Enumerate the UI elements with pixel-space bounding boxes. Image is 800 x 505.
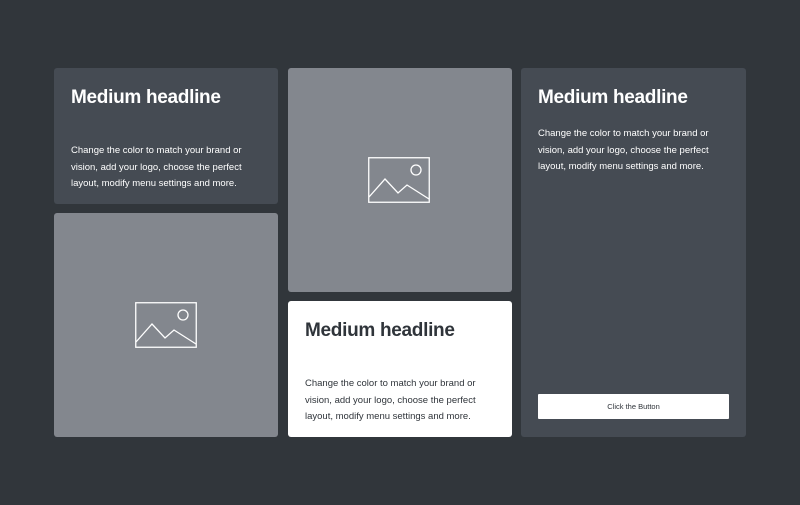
- text-card-bottom-middle: Medium headline Change the color to matc…: [288, 301, 512, 437]
- card-headline: Medium headline: [538, 87, 688, 108]
- text-card-top-left: Medium headline Change the color to matc…: [54, 68, 278, 204]
- image-placeholder-icon: [368, 157, 430, 203]
- text-card-right: Medium headline Change the color to matc…: [521, 68, 746, 437]
- card-body: Change the color to match your brand or …: [71, 145, 242, 189]
- card-body: Change the color to match your brand or …: [305, 378, 476, 422]
- card-body: Change the color to match your brand or …: [538, 128, 709, 172]
- image-placeholder-icon: [135, 302, 197, 348]
- click-the-button[interactable]: Click the Button: [538, 394, 729, 419]
- card-headline: Medium headline: [305, 320, 455, 341]
- card-headline: Medium headline: [71, 87, 221, 108]
- image-card-top-middle: [288, 68, 512, 292]
- image-card-bottom-left: [54, 213, 278, 437]
